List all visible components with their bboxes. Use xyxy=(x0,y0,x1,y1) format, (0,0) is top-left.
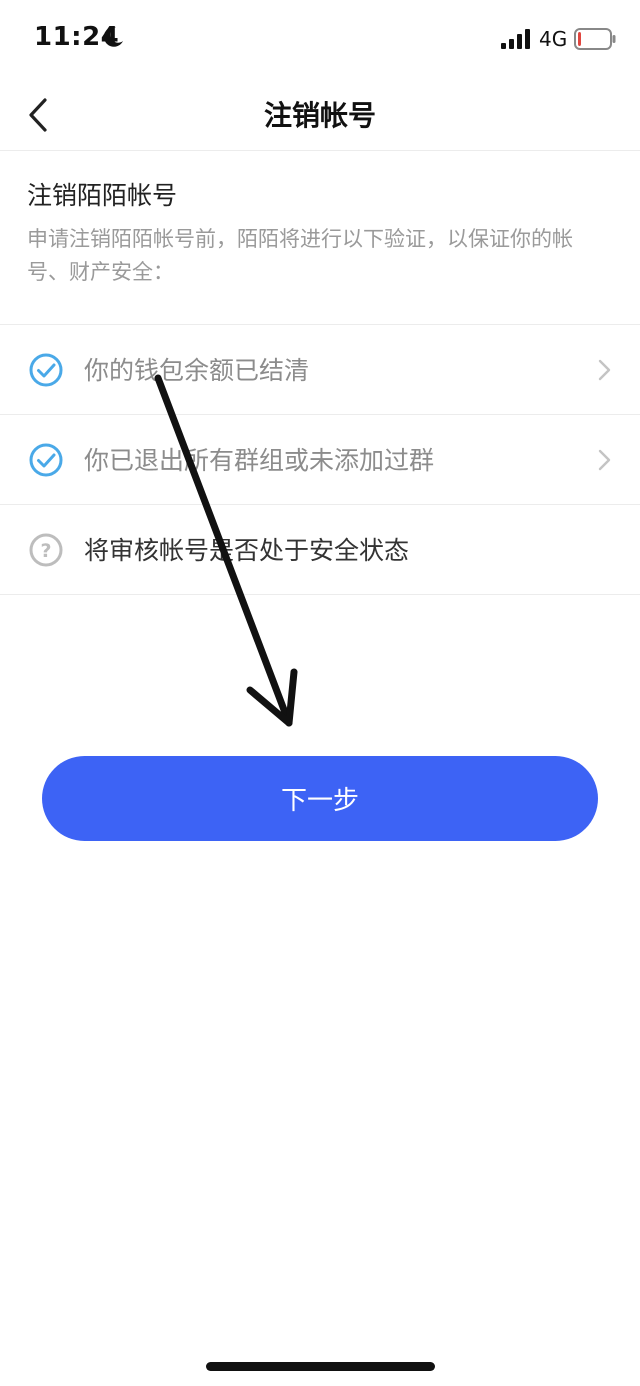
check-label: 你已退出所有群组或未添加过群 xyxy=(84,446,435,475)
page-title: 注销帐号 xyxy=(263,99,376,132)
svg-text:?: ? xyxy=(40,540,51,562)
status-bar: 11:24 4G xyxy=(0,0,640,80)
intro-description: 申请注销陌陌帐号前，陌陌将进行以下验证，以保证你的帐号、财产安全： xyxy=(27,227,573,284)
chevron-right-icon xyxy=(598,359,611,381)
home-indicator xyxy=(206,1362,435,1371)
nav-bar: 注销帐号 xyxy=(0,80,640,151)
check-circle-icon xyxy=(29,353,63,387)
intro-heading: 注销陌陌帐号 xyxy=(27,181,178,210)
signal-icon xyxy=(501,29,530,49)
check-row-groups[interactable]: 你已退出所有群组或未添加过群 xyxy=(0,415,640,505)
battery-icon xyxy=(574,28,616,50)
check-circle-icon xyxy=(29,443,63,477)
check-row-security: ? 将审核帐号是否处于安全状态 xyxy=(0,505,640,595)
check-label: 你的钱包余额已结清 xyxy=(84,356,310,385)
verification-list: 你的钱包余额已结清 你已退出所有群组或未添加过群 ? 将审核帐号是否处于安全状态 xyxy=(0,325,640,595)
intro-section: 注销陌陌帐号 申请注销陌陌帐号前，陌陌将进行以下验证，以保证你的帐号、财产安全： xyxy=(0,151,640,325)
check-row-wallet[interactable]: 你的钱包余额已结清 xyxy=(0,325,640,415)
question-circle-icon: ? xyxy=(29,533,63,567)
check-label: 将审核帐号是否处于安全状态 xyxy=(84,536,410,565)
next-step-button[interactable]: 下一步 xyxy=(42,756,598,841)
network-label: 4G xyxy=(539,27,568,51)
moon-icon xyxy=(103,26,123,47)
chevron-right-icon xyxy=(598,449,611,471)
